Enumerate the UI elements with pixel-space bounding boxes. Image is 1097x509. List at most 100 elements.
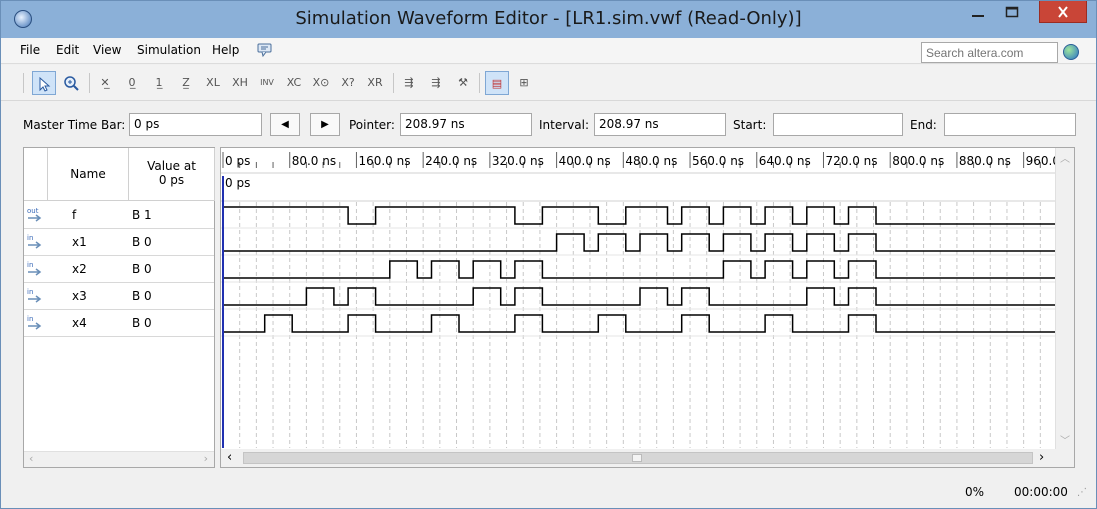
input-pin-icon: in <box>27 288 42 303</box>
value-column-header[interactable]: Value at 0 ps <box>129 148 215 201</box>
signal-row-x2[interactable]: in x2 B 0 <box>24 256 214 283</box>
waveform-panel[interactable]: 0 ps 80.0 ns 160.0 ns 240.0 ns 320.0 ns 400.0… <box>220 147 1078 468</box>
scroll-right-icon[interactable]: › <box>204 452 208 465</box>
ruler-label: 0 ps <box>225 154 250 168</box>
waveform-vscrollbar[interactable]: ︿ ﹀ <box>1055 148 1074 449</box>
svg-text:out: out <box>27 207 39 215</box>
minimize-button[interactable] <box>961 1 995 23</box>
signal-name: x1 <box>72 235 87 249</box>
start-input[interactable] <box>773 113 903 136</box>
value-header-line2: 0 ps <box>158 173 185 187</box>
ruler-label: 560.0 ns <box>692 154 744 168</box>
main-window: Simulation Waveform Editor - [LR1.sim.vw… <box>0 0 1097 509</box>
ruler-label: 320.0 ns <box>492 154 544 168</box>
menu-file[interactable]: File <box>20 43 40 57</box>
master-time-bar-input[interactable]: 0 ps <box>129 113 262 136</box>
previous-transition-button[interactable]: ◀ <box>270 113 300 136</box>
search-input[interactable] <box>921 42 1058 63</box>
menu-simulation[interactable]: Simulation <box>137 43 201 57</box>
signal-list-panel: Name Value at 0 ps out f B 1 in x1 B 0 in x2 B 0… <box>23 147 215 468</box>
signal-name: x3 <box>72 289 87 303</box>
end-input[interactable] <box>944 113 1076 136</box>
snap-to-grid-button[interactable]: ▤ <box>485 71 509 95</box>
high-impedance-button[interactable]: Z̲ <box>174 71 198 95</box>
waveform-canvas[interactable]: 0 ps 80.0 ns 160.0 ns 240.0 ns 320.0 ns 400.0… <box>221 148 1078 449</box>
input-pin-icon: in <box>27 315 42 330</box>
count-value-button[interactable]: XC <box>282 71 306 95</box>
signal-row-x4[interactable]: in x4 B 0 <box>24 310 214 337</box>
ruler-label: 640.0 ns <box>759 154 811 168</box>
hscroll-grip-icon <box>632 454 642 462</box>
signal-list-hscrollbar[interactable]: ‹ › <box>24 451 214 467</box>
forcing-low-button[interactable]: 0̲ <box>120 71 144 95</box>
run-timing-button[interactable]: ⇶ <box>424 71 448 95</box>
signal-value: B 1 <box>132 208 152 222</box>
toolbar-separator <box>23 73 24 93</box>
waveform-f[interactable] <box>223 206 1055 225</box>
random-value-icon: X? <box>341 76 355 89</box>
maximize-icon <box>1005 6 1019 18</box>
netlist-button[interactable]: ⚒ <box>451 71 475 95</box>
next-transition-button[interactable]: ▶ <box>310 113 340 136</box>
interval-label: Interval: <box>539 118 589 132</box>
waveform-hscrollbar[interactable]: ‹ › <box>221 449 1074 467</box>
scroll-left-icon[interactable]: ‹ <box>227 450 232 465</box>
time-bar: Master Time Bar: 0 ps ◀ ▶ Pointer: 208.9… <box>1 102 1096 146</box>
hscroll-thumb[interactable] <box>243 452 1033 464</box>
signal-row-x1[interactable]: in x1 B 0 <box>24 229 214 256</box>
input-pin-icon: in <box>27 261 42 276</box>
pointer-input[interactable]: 208.97 ns <box>400 113 532 136</box>
menu-help[interactable]: Help <box>212 43 239 57</box>
scroll-left-icon[interactable]: ‹ <box>29 452 33 465</box>
elapsed-time: 00:00:00 <box>1014 485 1068 499</box>
menu-edit[interactable]: Edit <box>56 43 79 57</box>
pointer-tool-button[interactable] <box>32 71 56 95</box>
waveform-x1[interactable] <box>223 233 1055 252</box>
run-functional-icon: ⇶ <box>404 76 414 89</box>
close-icon <box>1058 6 1068 18</box>
arrow-right-icon: ▶ <box>321 119 329 130</box>
waveform-x4[interactable] <box>223 314 1055 333</box>
forcing-high-icon: 1̲ <box>155 76 163 89</box>
invert-button[interactable]: INV <box>255 71 279 95</box>
weak-high-icon: XH <box>232 76 248 89</box>
signal-name: x4 <box>72 316 87 330</box>
weak-low-button[interactable]: XL <box>201 71 225 95</box>
interval-input[interactable]: 208.97 ns <box>594 113 726 136</box>
title-bar[interactable]: Simulation Waveform Editor - [LR1.sim.vw… <box>1 1 1096 38</box>
globe-icon[interactable] <box>1063 44 1079 60</box>
scroll-right-icon[interactable]: › <box>1039 450 1044 465</box>
scroll-up-icon[interactable]: ︿ <box>1060 150 1070 165</box>
ruler-label: 160.0 ns <box>358 154 410 168</box>
ruler-label: 480.0 ns <box>625 154 677 168</box>
weak-high-button[interactable]: XH <box>228 71 252 95</box>
toolbar-separator <box>89 73 90 93</box>
feedback-icon[interactable] <box>257 43 273 57</box>
waveform-x2[interactable] <box>223 260 1055 279</box>
name-column-header[interactable]: Name <box>48 148 129 201</box>
signal-row-f[interactable]: out f B 1 <box>24 202 214 229</box>
ruler-label: 720.0 ns <box>825 154 877 168</box>
close-button[interactable] <box>1039 1 1087 23</box>
signal-row-x3[interactable]: in x3 B 0 <box>24 283 214 310</box>
menu-view[interactable]: View <box>93 43 121 57</box>
master-time-bar-label: Master Time Bar: <box>23 118 126 132</box>
zoom-tool-button[interactable] <box>59 71 83 95</box>
forcing-high-button[interactable]: 1̲ <box>147 71 171 95</box>
arbitrary-value-button[interactable]: XR <box>363 71 387 95</box>
grid-settings-button[interactable]: ⊞ <box>512 71 536 95</box>
ruler-label: 960.0 ns <box>1026 154 1055 168</box>
toolbar-separator <box>479 73 480 93</box>
scroll-down-icon[interactable]: ﹀ <box>1060 432 1070 447</box>
maximize-button[interactable] <box>995 1 1029 23</box>
random-value-button[interactable]: X? <box>336 71 360 95</box>
forcing-low-icon: 0̲ <box>128 76 136 89</box>
waveform-x3[interactable] <box>223 287 1055 306</box>
toolbar: ✕̲ 0̲ 1̲ Z̲ XL XH INV XC X⊙ X? XR ⇶ ⇶ ⚒ … <box>1 65 1096 101</box>
forcing-unknown-button[interactable]: ✕̲ <box>93 71 117 95</box>
signal-value: B 0 <box>132 289 152 303</box>
svg-text:in: in <box>27 288 33 296</box>
resize-grip-icon[interactable]: ⋰ <box>1077 487 1087 498</box>
clock-value-button[interactable]: X⊙ <box>309 71 333 95</box>
run-functional-button[interactable]: ⇶ <box>397 71 421 95</box>
